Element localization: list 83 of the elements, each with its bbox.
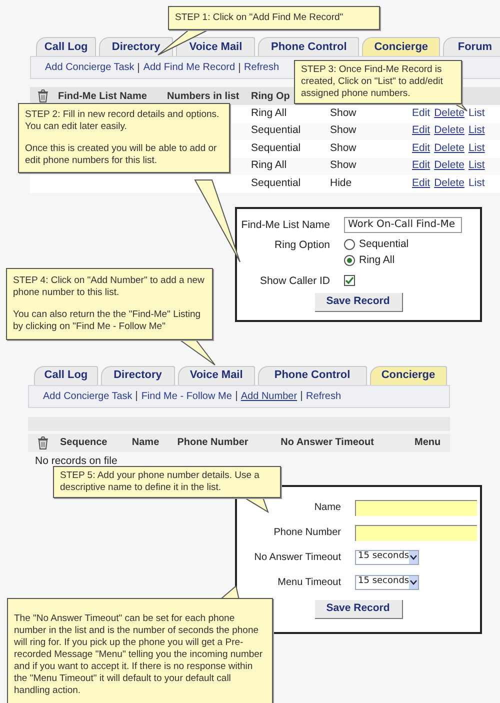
tab[interactable]: Voice Mail	[178, 366, 256, 384]
field-label: Ring Option	[274, 238, 330, 252]
link[interactable]: Delete	[434, 176, 464, 192]
field-label: Find-Me List Name	[241, 218, 330, 232]
dropdown-value: 15 seconds	[358, 550, 410, 564]
link[interactable]: Find Me - Follow Me	[141, 388, 232, 404]
tab[interactable]: Directory	[99, 37, 173, 56]
save-record-button[interactable]: Save Record	[314, 292, 402, 312]
dropdown-value: 15 seconds	[358, 575, 410, 588]
radio-button[interactable]	[344, 255, 355, 266]
tab[interactable]: Forum	[442, 37, 500, 56]
link[interactable]: Add Find Me Record	[143, 60, 236, 75]
empty-message: No records on file	[35, 454, 118, 466]
column-header: Find-Me List Name	[58, 90, 148, 104]
callout-text: STEP 4: Click on "Add Number" to add a new phone number to this list.	[13, 275, 206, 299]
callout-text: You can also return the the "Find-Me" Listing by clicking on "Find Me - Follow Me"	[13, 309, 202, 333]
table-cell-text: Hide	[330, 176, 353, 191]
link[interactable]: Delete	[434, 158, 464, 174]
tab[interactable]: Voice Mail	[176, 37, 256, 56]
checkbox[interactable]	[344, 274, 355, 286]
table-cell-text: Sequential	[251, 176, 302, 191]
link[interactable]: List	[468, 158, 485, 174]
link[interactable]: List	[468, 106, 485, 122]
link[interactable]: List	[468, 140, 485, 157]
link[interactable]: List	[468, 123, 485, 140]
radio-label: Ring All	[359, 252, 395, 268]
table-cell-text: Ring All	[251, 158, 288, 174]
tab[interactable]: Directory	[100, 366, 175, 384]
input-field[interactable]: Work On-Call Find-Me	[344, 216, 462, 232]
field-label: Show Caller ID	[260, 274, 330, 288]
link[interactable]: Add Number	[240, 388, 298, 404]
callout-text: STEP 3: Once Find-Me Record is created, Click on "List" to add/edit assigned phone numbers.	[301, 64, 444, 100]
input-field[interactable]	[355, 524, 477, 540]
link[interactable]: Edit	[412, 106, 430, 122]
callout-text: STEP 5: Add your phone number details. Use a descriptive name to define it in the list.	[60, 470, 260, 494]
tab[interactable]: Concierge	[370, 366, 447, 384]
callout-text: Once this is created you will be able to add or edit phone numbers for this list.	[25, 143, 218, 167]
caret-icon	[409, 550, 418, 564]
column-header: Numbers in list	[167, 90, 240, 104]
column-header: Name	[132, 436, 160, 450]
callout-text: STEP 1: Click on "Add Find Me Record"	[175, 12, 344, 24]
tab[interactable]: Phone Control	[258, 366, 366, 384]
recycle-bin-icon	[36, 436, 50, 450]
caret-icon	[409, 576, 418, 588]
link[interactable]: Refresh	[244, 60, 280, 75]
table-cell-text: Show	[330, 123, 358, 138]
table-cell-text: Show	[330, 106, 358, 121]
tab[interactable]: Call Log	[34, 366, 98, 384]
column-header: Menu	[414, 436, 442, 450]
link[interactable]: Edit	[412, 140, 430, 157]
field-label: No Answer Timeout	[254, 550, 341, 564]
link[interactable]: Add Concierge Task	[45, 60, 134, 75]
callout-text: The "No Answer Timeout" can be set for each phone number in the list and is the number of seconds the phone will ring for. If you pick up the phone you will get a Pre-recorded Message "Menu" telling you the incoming number and if you want to accept it. If there is no response within the "Menu Timeout" it will default to your default call handling action.	[14, 613, 264, 697]
field-label: Menu Timeout	[278, 576, 341, 590]
tab[interactable]: Call Log	[36, 37, 96, 56]
column-header: Sequence	[60, 436, 108, 450]
dropdown[interactable]: 15 seconds	[355, 550, 419, 564]
link[interactable]: Delete	[434, 140, 464, 157]
link[interactable]: List	[468, 176, 485, 192]
radio-button[interactable]	[344, 239, 355, 250]
column-header: No Answer Timeout	[280, 436, 375, 450]
link[interactable]: Delete	[434, 123, 464, 140]
dropdown[interactable]: 15 seconds	[355, 574, 419, 590]
link[interactable]: Edit	[412, 176, 430, 192]
field-label: Name	[314, 500, 341, 514]
table-cell-text: Ring All	[251, 106, 288, 121]
link[interactable]: Edit	[412, 123, 430, 140]
callout-text: STEP 2: Fill in new record details and options. You can edit later easily.	[25, 109, 220, 133]
tab[interactable]: Concierge	[362, 37, 440, 56]
link[interactable]: Delete	[434, 106, 464, 122]
column-header: Phone Number	[177, 436, 250, 450]
table-cell-text: Sequential	[251, 123, 302, 138]
link[interactable]: Edit	[412, 158, 430, 174]
tab[interactable]: Phone Control	[258, 37, 360, 56]
table-cell-text: Show	[330, 140, 358, 156]
input-field[interactable]	[355, 500, 477, 516]
table-cell-text: Show	[330, 158, 358, 174]
save-record-button[interactable]: Save Record	[314, 600, 402, 618]
link[interactable]: Add Concierge Task	[43, 388, 132, 404]
radio-label: Sequential	[359, 236, 409, 252]
table-cell-text: Sequential	[251, 140, 302, 156]
field-label: Phone Number	[274, 526, 341, 540]
link[interactable]: Refresh	[306, 388, 342, 404]
